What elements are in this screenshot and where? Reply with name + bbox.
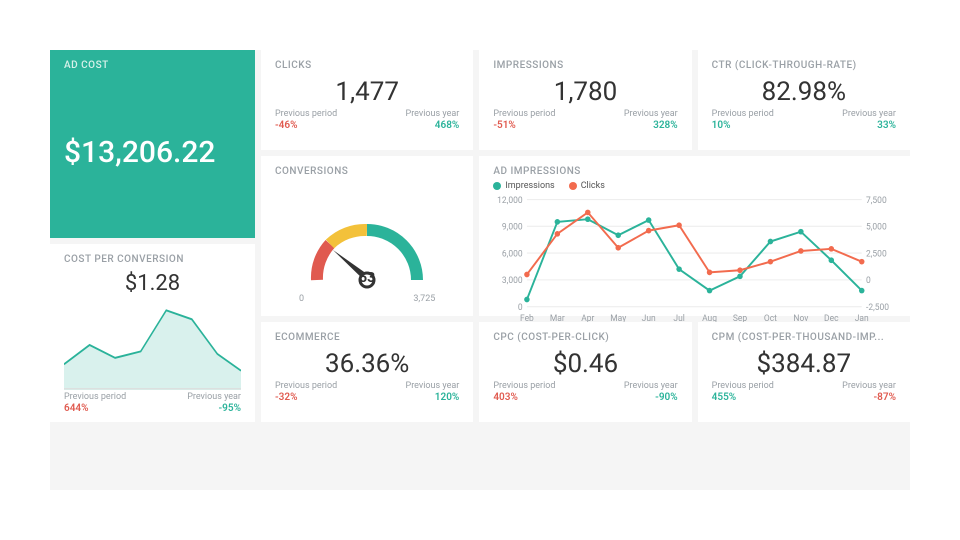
svg-text:5,000: 5,000 — [866, 223, 887, 233]
impressions-value: 1,780 — [493, 77, 677, 107]
svg-text:6,000: 6,000 — [502, 249, 523, 259]
conversions-gauge: 53 0 3,725 — [275, 181, 459, 308]
cpc-prev-year-delta: -95% — [219, 403, 241, 414]
card-ad-impressions-chart: AD IMPRESSIONS Impressions Clicks 03,000… — [479, 156, 910, 316]
cpc-metric-value: $0.46 — [493, 349, 677, 379]
cpc-value: $1.28 — [64, 271, 241, 296]
svg-text:0: 0 — [518, 303, 523, 313]
svg-text:9,000: 9,000 — [502, 223, 523, 233]
ad-cost-title: AD COST — [64, 60, 241, 71]
svg-text:7,500: 7,500 — [866, 196, 887, 206]
svg-text:2,500: 2,500 — [866, 249, 887, 259]
svg-text:0: 0 — [866, 276, 871, 286]
dashboard: AD COST $13,206.22 COST PER CONVERSION $… — [50, 50, 910, 490]
svg-text:12,000: 12,000 — [498, 196, 524, 206]
ad-cost-value: $13,206.22 — [64, 135, 241, 170]
card-conversions: CONVERSIONS 53 0 3,725 — [261, 156, 473, 316]
svg-text:-2,500: -2,500 — [866, 303, 889, 313]
cpc-sparkline — [64, 300, 241, 390]
cpc-compare: Previous period 644% Previous year -95% — [64, 392, 241, 414]
left-column: AD COST $13,206.22 COST PER CONVERSION $… — [50, 50, 255, 422]
card-ecommerce: ECOMMERCE 36.36% Previous period-32% Pre… — [261, 322, 473, 422]
chart-legend: Impressions Clicks — [493, 181, 896, 191]
card-clicks: CLICKS 1,477 Previous period-46% Previou… — [261, 50, 473, 150]
card-ad-cost: AD COST $13,206.22 — [50, 50, 255, 238]
ctr-value: 82.98% — [712, 77, 896, 107]
ad-impressions-linechart: 0 3,000 6,000 9,000 12,000 -2,500 0 2,500 5,000 7… — [493, 193, 896, 324]
ecommerce-value: 36.36% — [275, 349, 459, 379]
card-impressions: IMPRESSIONS 1,780 Previous period-51% Pr… — [479, 50, 691, 150]
clicks-value: 1,477 — [275, 77, 459, 107]
legend-dot-impressions-icon — [493, 182, 501, 190]
legend-dot-clicks-icon — [569, 182, 577, 190]
card-ctr: CTR (CLICK-THROUGH-RATE) 82.98% Previous… — [698, 50, 910, 150]
card-cpc: CPC (COST-PER-CLICK) $0.46 Previous peri… — [479, 322, 691, 422]
card-cost-per-conversion: COST PER CONVERSION $1.28 Previous perio… — [50, 244, 255, 422]
conversions-value: 53 — [275, 270, 459, 286]
card-cpm: CPM (COST-PER-THOUSAND-IMP... $384.87 Pr… — [698, 322, 910, 422]
cpc-prev-period-delta: 644% — [64, 403, 126, 414]
svg-text:3,000: 3,000 — [502, 276, 523, 286]
cpc-title: COST PER CONVERSION — [64, 254, 241, 265]
cpm-value: $384.87 — [712, 349, 896, 379]
